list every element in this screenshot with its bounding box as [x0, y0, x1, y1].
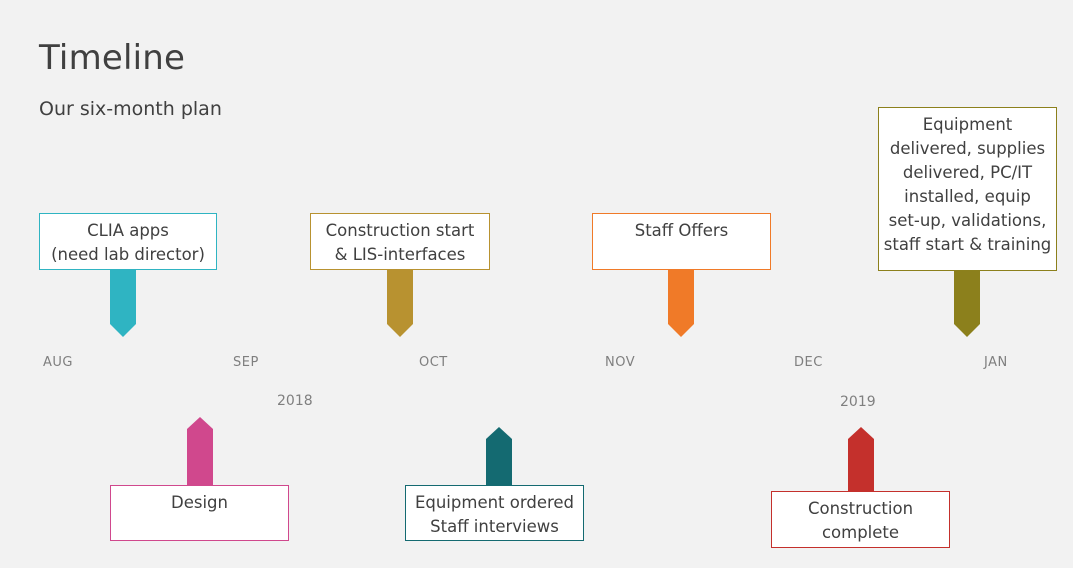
milestone-clia-box: CLIA apps (need lab director) — [39, 213, 217, 270]
milestone-equipment-delivered-arrow — [954, 271, 980, 337]
milestone-equipment-delivered-line-4: installed, equip — [904, 187, 1031, 206]
page-title: Timeline — [39, 38, 186, 78]
milestone-design-line-1: Design — [171, 493, 228, 512]
milestone-equipment-delivered-box: Equipment delivered, supplies delivered,… — [878, 107, 1057, 271]
year-label-2019: 2019 — [840, 394, 876, 410]
milestone-construction-complete-line-2: complete — [821, 523, 900, 542]
month-label-aug: AUG — [43, 355, 73, 370]
milestone-equipment-delivered-line-1: Equipment — [922, 115, 1013, 134]
milestone-design-arrow — [187, 417, 213, 485]
milestone-construction-start-line-1: Construction start — [325, 221, 475, 240]
page-subtitle: Our six-month plan — [39, 98, 222, 120]
milestone-staff-offers-line-1: Staff Offers — [634, 221, 729, 240]
milestone-clia-line-2: (need lab director) — [51, 245, 205, 264]
milestone-construction-start-arrow — [387, 270, 413, 337]
milestone-staff-offers-box: Staff Offers — [592, 213, 771, 270]
milestone-equipment-delivered-line-5: set-up, validations, — [888, 211, 1047, 230]
month-label-dec: DEC — [794, 355, 823, 370]
milestone-equipment-delivered-line-3: delivered, PC/IT — [902, 163, 1033, 182]
milestone-construction-start-box: Construction start & LIS-interfaces — [310, 213, 490, 270]
milestone-design-box: Design — [110, 485, 289, 541]
milestone-equipment-delivered-line-6: staff start & training — [883, 235, 1052, 254]
month-label-nov: NOV — [605, 355, 636, 370]
milestone-clia-arrow — [110, 270, 136, 337]
milestone-clia-line-1: CLIA apps — [87, 221, 169, 240]
milestone-construction-complete-line-1: Construction — [807, 499, 914, 518]
milestone-equipment-ordered-line-2: Staff interviews — [430, 517, 559, 536]
month-label-jan: JAN — [984, 355, 1008, 370]
year-label-2018: 2018 — [277, 393, 313, 409]
milestone-staff-offers-arrow — [668, 270, 694, 337]
milestone-construction-complete-box: Construction complete — [771, 491, 950, 548]
milestone-equipment-ordered-box: Equipment ordered Staff interviews — [405, 485, 584, 541]
month-label-oct: OCT — [419, 355, 448, 370]
milestone-construction-complete-arrow — [848, 427, 874, 491]
milestone-equipment-ordered-line-1: Equipment ordered — [414, 493, 575, 512]
month-label-sep: SEP — [233, 355, 259, 370]
milestone-equipment-delivered-line-2: delivered, supplies — [889, 139, 1046, 158]
timeline-slide: Timeline Our six-month plan AUG SEP OCT … — [0, 0, 1073, 568]
milestone-construction-start-line-2: & LIS-interfaces — [334, 245, 466, 264]
milestone-equipment-ordered-arrow — [486, 427, 512, 485]
